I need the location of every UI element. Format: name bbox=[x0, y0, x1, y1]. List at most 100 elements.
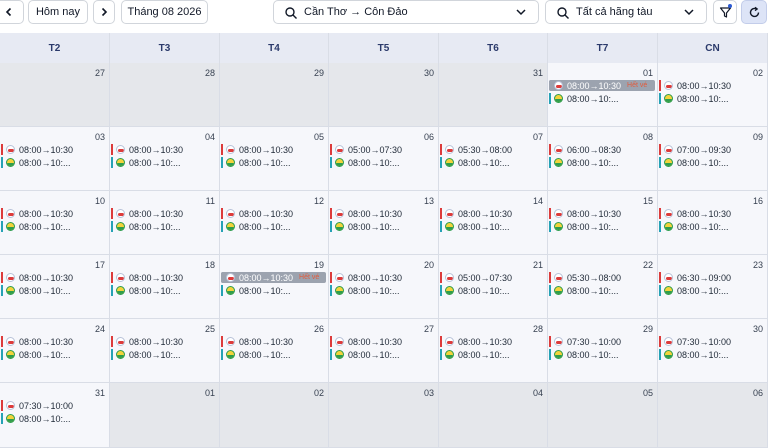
trip-item[interactable]: 08:00→10:... bbox=[549, 285, 656, 296]
operator-select[interactable]: Tất cả hãng tàu bbox=[545, 0, 707, 24]
trip-item[interactable]: 08:00→10:... bbox=[440, 157, 546, 168]
trip-item[interactable]: 08:00→10:... bbox=[1, 285, 108, 296]
trip-item[interactable]: 08:00→10:30 bbox=[659, 80, 766, 91]
day-cell[interactable]: 15 08:00→10:30 08:00→10:... bbox=[548, 191, 658, 255]
day-cell[interactable]: 07 05:30→08:00 08:00→10:... bbox=[439, 127, 548, 191]
trip-item[interactable]: 08:00→10:30 bbox=[549, 208, 656, 219]
trip-item[interactable]: 08:00→10:... bbox=[111, 285, 218, 296]
trip-item[interactable]: 08:00→10:30 Hết vé bbox=[221, 272, 326, 283]
trip-item[interactable]: 08:00→10:... bbox=[330, 285, 437, 296]
day-cell[interactable]: 13 08:00→10:30 08:00→10:... bbox=[329, 191, 439, 255]
trip-item[interactable]: 08:00→10:... bbox=[659, 157, 766, 168]
trip-item[interactable]: 08:00→10:... bbox=[111, 221, 218, 232]
day-cell[interactable]: 02 08:00→10:30 08:00→10:... bbox=[658, 63, 768, 127]
trip-item[interactable]: 08:00→10:... bbox=[1, 413, 108, 424]
day-cell[interactable]: 04 bbox=[439, 383, 548, 448]
trip-item[interactable]: 07:30→10:00 bbox=[549, 336, 656, 347]
day-cell[interactable]: 06 bbox=[658, 383, 768, 448]
trip-item[interactable]: 08:00→10:30 bbox=[440, 336, 546, 347]
day-cell[interactable]: 03 bbox=[329, 383, 439, 448]
trip-item[interactable]: 08:00→10:... bbox=[659, 93, 766, 104]
trip-item[interactable]: 08:00→10:30 bbox=[330, 336, 437, 347]
trip-item[interactable]: 08:00→10:... bbox=[221, 221, 327, 232]
trip-item[interactable]: 07:00→09:30 bbox=[659, 144, 766, 155]
trip-item[interactable]: 08:00→10:... bbox=[549, 93, 656, 104]
day-cell[interactable]: 02 bbox=[220, 383, 329, 448]
trip-item[interactable]: 08:00→10:... bbox=[440, 349, 546, 360]
trip-item[interactable]: 08:00→10:30 Hết vé bbox=[549, 80, 655, 91]
trip-item[interactable]: 08:00→10:... bbox=[330, 221, 437, 232]
trip-item[interactable]: 08:00→10:... bbox=[1, 221, 108, 232]
trip-item[interactable]: 08:00→10:30 bbox=[1, 272, 108, 283]
day-cell[interactable]: 08 06:00→08:30 08:00→10:... bbox=[548, 127, 658, 191]
day-cell[interactable]: 17 08:00→10:30 08:00→10:... bbox=[0, 255, 110, 319]
day-cell[interactable]: 30 07:30→10:00 08:00→10:... bbox=[658, 319, 768, 383]
trip-item[interactable]: 08:00→10:... bbox=[440, 285, 546, 296]
next-month-button[interactable] bbox=[93, 0, 115, 24]
day-cell[interactable]: 29 bbox=[220, 63, 329, 127]
trip-item[interactable]: 08:00→10:30 bbox=[1, 144, 108, 155]
day-cell[interactable]: 23 06:30→09:00 08:00→10:... bbox=[658, 255, 768, 319]
day-cell[interactable]: 29 07:30→10:00 08:00→10:... bbox=[548, 319, 658, 383]
trip-item[interactable]: 08:00→10:... bbox=[549, 157, 656, 168]
trip-item[interactable]: 08:00→10:... bbox=[111, 349, 218, 360]
trip-item[interactable]: 06:00→08:30 bbox=[549, 144, 656, 155]
day-cell[interactable]: 19 08:00→10:30 Hết vé 08:00→10:... bbox=[220, 255, 329, 319]
trip-item[interactable]: 08:00→10:30 bbox=[111, 272, 218, 283]
day-cell[interactable]: 22 05:30→08:00 08:00→10:... bbox=[548, 255, 658, 319]
trip-item[interactable]: 08:00→10:... bbox=[330, 349, 437, 360]
day-cell[interactable]: 20 08:00→10:30 08:00→10:... bbox=[329, 255, 439, 319]
trip-item[interactable]: 08:00→10:... bbox=[221, 285, 327, 296]
day-cell[interactable]: 16 08:00→10:30 08:00→10:... bbox=[658, 191, 768, 255]
trip-item[interactable]: 08:00→10:30 bbox=[330, 272, 437, 283]
trip-item[interactable]: 08:00→10:30 bbox=[221, 144, 327, 155]
trip-item[interactable]: 08:00→10:... bbox=[549, 349, 656, 360]
trip-item[interactable]: 08:00→10:... bbox=[1, 349, 108, 360]
prev-month-button[interactable] bbox=[0, 0, 24, 24]
day-cell[interactable]: 27 bbox=[0, 63, 110, 127]
trip-item[interactable]: 08:00→10:... bbox=[659, 221, 766, 232]
day-cell[interactable]: 21 05:00→07:30 08:00→10:... bbox=[439, 255, 548, 319]
day-cell[interactable]: 05 08:00→10:30 08:00→10:... bbox=[220, 127, 329, 191]
day-cell[interactable]: 09 07:00→09:30 08:00→10:... bbox=[658, 127, 768, 191]
trip-item[interactable]: 08:00→10:30 bbox=[111, 144, 218, 155]
trip-item[interactable]: 08:00→10:30 bbox=[111, 208, 218, 219]
filter-button[interactable] bbox=[713, 0, 737, 24]
trip-item[interactable]: 08:00→10:30 bbox=[1, 336, 108, 347]
day-cell[interactable]: 24 08:00→10:30 08:00→10:... bbox=[0, 319, 110, 383]
trip-item[interactable]: 08:00→10:30 bbox=[111, 336, 218, 347]
trip-item[interactable]: 08:00→10:... bbox=[1, 157, 108, 168]
trip-item[interactable]: 08:00→10:... bbox=[440, 221, 546, 232]
day-cell[interactable]: 28 08:00→10:30 08:00→10:... bbox=[439, 319, 548, 383]
refresh-button[interactable] bbox=[741, 0, 767, 24]
trip-item[interactable]: 08:00→10:30 bbox=[659, 208, 766, 219]
trip-item[interactable]: 08:00→10:... bbox=[111, 157, 218, 168]
trip-item[interactable]: 07:30→10:00 bbox=[1, 400, 108, 411]
trip-item[interactable]: 08:00→10:30 bbox=[221, 208, 327, 219]
today-button[interactable]: Hôm nay bbox=[28, 0, 88, 24]
day-cell[interactable]: 26 08:00→10:30 08:00→10:... bbox=[220, 319, 329, 383]
trip-item[interactable]: 06:30→09:00 bbox=[659, 272, 766, 283]
route-select[interactable]: Cần Thơ → Côn Đảo bbox=[273, 0, 539, 24]
month-picker-button[interactable]: Tháng 08 2026 bbox=[121, 0, 208, 24]
day-cell[interactable]: 03 08:00→10:30 08:00→10:... bbox=[0, 127, 110, 191]
day-cell[interactable]: 04 08:00→10:30 08:00→10:... bbox=[110, 127, 220, 191]
day-cell[interactable]: 14 08:00→10:30 08:00→10:... bbox=[439, 191, 548, 255]
trip-item[interactable]: 08:00→10:... bbox=[221, 349, 327, 360]
trip-item[interactable]: 05:00→07:30 bbox=[330, 144, 437, 155]
trip-item[interactable]: 07:30→10:00 bbox=[659, 336, 766, 347]
day-cell[interactable]: 30 bbox=[329, 63, 439, 127]
day-cell[interactable]: 01 08:00→10:30 Hết vé 08:00→10:... bbox=[548, 63, 658, 127]
day-cell[interactable]: 05 bbox=[548, 383, 658, 448]
day-cell[interactable]: 31 07:30→10:00 08:00→10:... bbox=[0, 383, 110, 448]
trip-item[interactable]: 08:00→10:... bbox=[659, 349, 766, 360]
trip-item[interactable]: 08:00→10:... bbox=[659, 285, 766, 296]
day-cell[interactable]: 25 08:00→10:30 08:00→10:... bbox=[110, 319, 220, 383]
day-cell[interactable]: 12 08:00→10:30 08:00→10:... bbox=[220, 191, 329, 255]
trip-item[interactable]: 08:00→10:30 bbox=[440, 208, 546, 219]
day-cell[interactable]: 11 08:00→10:30 08:00→10:... bbox=[110, 191, 220, 255]
day-cell[interactable]: 27 08:00→10:30 08:00→10:... bbox=[329, 319, 439, 383]
trip-item[interactable]: 05:30→08:00 bbox=[440, 144, 546, 155]
day-cell[interactable]: 28 bbox=[110, 63, 220, 127]
trip-item[interactable]: 05:30→08:00 bbox=[549, 272, 656, 283]
